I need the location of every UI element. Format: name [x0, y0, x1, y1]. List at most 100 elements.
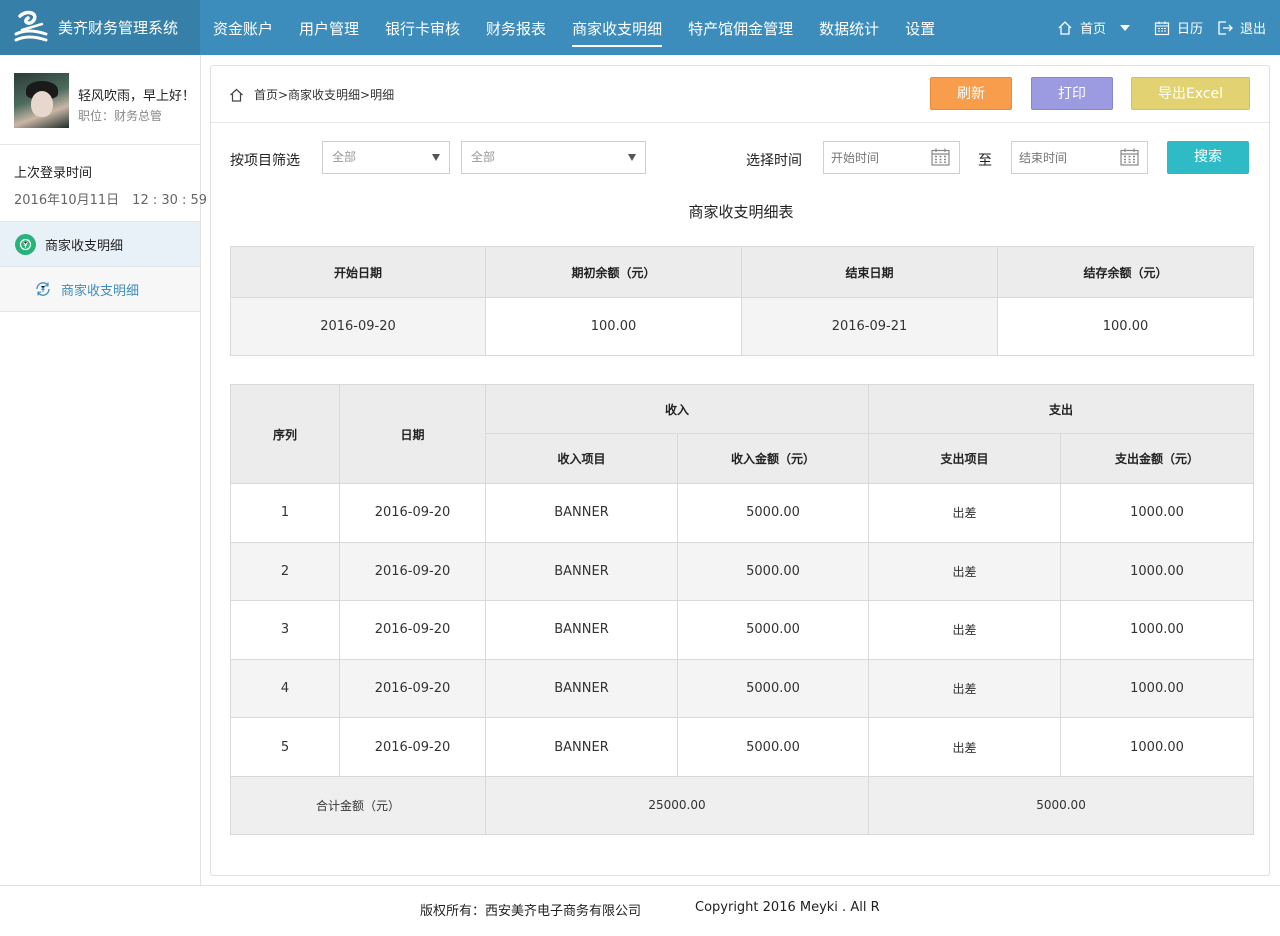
filter-bar: 按项目筛选 全部 全部 选择时间 至 搜索	[211, 141, 1271, 175]
main-panel: 首页>商家收支明细>明细 刷新 打印 导出Excel 按项目筛选 全部 全部 选…	[210, 65, 1270, 876]
cell-expense-amount: 1000.00	[1060, 483, 1255, 543]
cell-expense-item: 出差	[868, 483, 1062, 543]
nav-item-user-management[interactable]: 用户管理	[286, 0, 372, 55]
nav-item-data-statistics[interactable]: 数据统计	[806, 0, 892, 55]
refresh-button[interactable]: 刷新	[930, 77, 1012, 110]
logo-icon	[12, 8, 52, 48]
cell-seq: 3	[230, 600, 340, 660]
project-select-2-value: 全部	[471, 150, 496, 164]
nav-item-merchant-statement[interactable]: 商家收支明细	[559, 0, 675, 55]
sidebar-subitem-merchant-statement[interactable]: 商家收支明细	[0, 267, 200, 312]
nav-item-commission-management[interactable]: 特产馆佣金管理	[675, 0, 806, 55]
nav-right: 首页 日历 退出	[1057, 0, 1280, 55]
summary-start-date: 2016-09-20	[230, 297, 486, 356]
sidebar-item-label: 商家收支明细	[45, 238, 124, 254]
calendar-icon[interactable]	[1120, 148, 1139, 166]
calendar-link[interactable]: 日历	[1154, 18, 1203, 37]
print-button[interactable]: 打印	[1031, 77, 1113, 110]
yen-refresh-icon	[36, 282, 50, 296]
header-income: 收入	[484, 384, 870, 434]
logout-link[interactable]: 退出	[1217, 18, 1266, 37]
summary-header-start-date: 开始日期	[230, 246, 486, 298]
project-select-2[interactable]: 全部	[461, 141, 646, 174]
avatar[interactable]	[14, 73, 69, 128]
summary-header-closing-balance: 结存余额（元）	[997, 246, 1254, 298]
breadcrumb: 首页>商家收支明细>明细	[229, 86, 394, 103]
main-nav: 资金账户 用户管理 银行卡审核 财务报表 商家收支明细 特产馆佣金管理 数据统计…	[200, 0, 948, 55]
calendar-icon	[1154, 21, 1170, 35]
header-date: 日期	[339, 384, 486, 484]
logout-icon	[1218, 20, 1233, 35]
cell-date: 2016-09-20	[339, 483, 486, 543]
cell-seq: 2	[230, 541, 340, 602]
last-login-box: 上次登录时间 2016年10月11日 12 : 30 : 59	[0, 145, 208, 222]
sidebar-item-merchant-statement[interactable]: 商家收支明细	[0, 222, 200, 267]
user-profile: 轻风吹雨，早上好！ 职位：财务总管	[0, 55, 200, 145]
to-label: 至	[978, 153, 992, 169]
cell-date: 2016-09-20	[339, 600, 486, 660]
total-expense: 5000.00	[868, 775, 1255, 835]
summary-end-date: 2016-09-21	[741, 297, 998, 356]
cell-date: 2016-09-20	[339, 658, 486, 719]
calendar-icon[interactable]	[931, 148, 950, 166]
footer-copyright-en: Copyright 2016 Meyki . All R	[695, 900, 880, 915]
header-expense-item: 支出项目	[868, 433, 1062, 484]
nav-item-fund-account[interactable]: 资金账户	[200, 0, 286, 55]
table-row: 4 2016-09-20 BANNER 5000.00 出差 1000.00	[230, 658, 1255, 719]
top-navbar: 美齐财务管理系统 资金账户 用户管理 银行卡审核 财务报表 商家收支明细 特产馆…	[0, 0, 1280, 55]
chevron-down-icon[interactable]	[1119, 24, 1130, 31]
cell-income-amount: 5000.00	[676, 717, 870, 777]
report-title: 商家收支明细表	[688, 203, 794, 221]
nav-item-settings[interactable]: 设置	[892, 0, 948, 55]
logout-label: 退出	[1239, 22, 1266, 37]
cell-expense-amount: 1000.00	[1060, 658, 1255, 719]
user-position: 职位：财务总管	[78, 109, 163, 123]
home-icon[interactable]	[229, 88, 244, 102]
search-button[interactable]: 搜索	[1167, 141, 1249, 174]
cell-income-amount: 5000.00	[676, 483, 870, 543]
cell-income-item: BANNER	[485, 717, 678, 777]
table-row: 3 2016-09-20 BANNER 5000.00 出差 1000.00	[230, 600, 1255, 660]
header-seq: 序列	[230, 384, 340, 484]
cell-expense-amount: 1000.00	[1060, 600, 1255, 660]
summary-header-end-date: 结束日期	[741, 246, 998, 298]
user-greeting: 轻风吹雨，早上好！	[78, 89, 196, 104]
summary-opening-balance: 100.00	[485, 297, 742, 356]
yen-circle-icon	[15, 233, 36, 255]
last-login-label: 上次登录时间	[14, 166, 93, 181]
cell-expense-item: 出差	[868, 541, 1062, 602]
logo-area[interactable]: 美齐财务管理系统	[0, 0, 200, 55]
total-income: 25000.00	[484, 775, 870, 835]
breadcrumb-text[interactable]: 首页>商家收支明细>明细	[254, 86, 394, 103]
header-expense: 支出	[868, 384, 1255, 434]
cell-date: 2016-09-20	[339, 541, 486, 602]
table-row: 5 2016-09-20 BANNER 5000.00 出差 1000.00	[230, 717, 1255, 777]
table-row: 1 2016-09-20 BANNER 5000.00 出差 1000.00	[230, 483, 1255, 543]
nav-item-bank-card-review[interactable]: 银行卡审核	[372, 0, 473, 55]
cell-expense-item: 出差	[868, 717, 1062, 777]
header-income-item: 收入项目	[485, 433, 678, 484]
cell-date: 2016-09-20	[339, 717, 486, 777]
export-excel-button[interactable]: 导出Excel	[1131, 77, 1250, 110]
sidebar: 轻风吹雨，早上好！ 职位：财务总管 上次登录时间 2016年10月11日 12 …	[0, 55, 208, 936]
last-login-time: 2016年10月11日 12 : 30 : 59	[14, 193, 208, 208]
filter-label: 按项目筛选	[230, 153, 300, 169]
footer: 版权所有：西安美齐电子商务有限公司 Copyright 2016 Meyki .…	[0, 885, 1280, 936]
summary-closing-balance: 100.00	[997, 297, 1254, 356]
cell-expense-item: 出差	[868, 600, 1062, 660]
detail-table: 序列 日期 收入 支出 收入项目 收入金额（元） 支出项目 支出金额（元） 1 …	[230, 384, 1255, 835]
nav-item-financial-report[interactable]: 财务报表	[473, 0, 559, 55]
cell-income-item: BANNER	[485, 658, 678, 719]
project-select-1-value: 全部	[332, 150, 357, 164]
cell-expense-amount: 1000.00	[1060, 541, 1255, 602]
cell-income-amount: 5000.00	[676, 658, 870, 719]
project-select-1[interactable]: 全部	[322, 141, 450, 174]
cell-expense-item: 出差	[868, 658, 1062, 719]
time-label: 选择时间	[746, 153, 802, 169]
cell-income-item: BANNER	[485, 541, 678, 602]
sidebar-subitem-label: 商家收支明细	[61, 283, 140, 299]
home-icon	[1058, 20, 1072, 35]
home-label: 首页	[1079, 22, 1106, 37]
app-title: 美齐财务管理系统	[58, 19, 179, 37]
home-link[interactable]: 首页	[1057, 18, 1140, 37]
